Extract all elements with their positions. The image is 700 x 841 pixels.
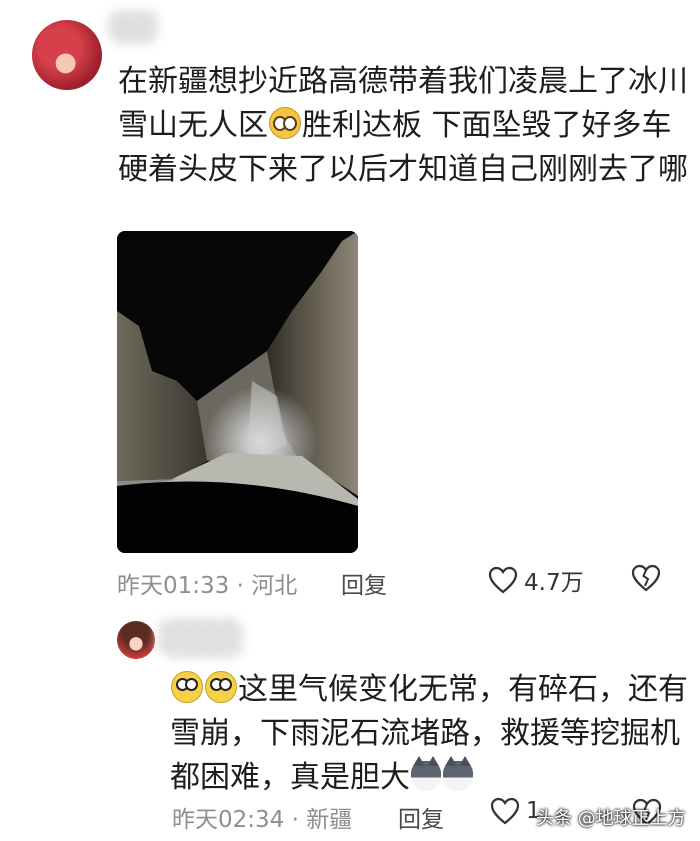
husky-emoji xyxy=(443,756,473,791)
avatar[interactable] xyxy=(117,621,155,659)
broken-heart-icon xyxy=(631,564,661,592)
comment-text: 在新疆想抄近路高德带着我们凌晨上了冰川雪山无人区 胜利达板 下面坠毁了好多车 硬着… xyxy=(118,60,688,192)
like-button[interactable]: 1 xyxy=(490,797,541,825)
reply-button[interactable]: 回复 xyxy=(341,566,387,600)
comment-photo[interactable] xyxy=(117,231,358,553)
comment-meta: 昨天01:33 · 河北 xyxy=(117,573,298,599)
comment-time: 昨天01:33 xyxy=(117,573,230,599)
heart-icon xyxy=(488,566,518,594)
reply-button[interactable]: 回复 xyxy=(398,800,444,834)
blurred-username[interactable] xyxy=(158,618,243,658)
watermark: 头条 @地球正上方 xyxy=(536,808,686,829)
comment-time: 昨天02:34 xyxy=(172,807,285,833)
like-count: 4.7万 xyxy=(524,570,584,596)
avatar[interactable] xyxy=(32,20,102,90)
comment-meta: 昨天02:34 · 新疆 xyxy=(172,807,353,833)
astonished-face-emoji xyxy=(171,671,203,703)
husky-emoji xyxy=(411,756,441,791)
comment-location: 河北 xyxy=(251,573,298,599)
heart-icon xyxy=(490,797,520,825)
like-button[interactable]: 4.7万 xyxy=(488,563,584,597)
comment-location: 新疆 xyxy=(306,807,353,833)
reply-text: 这里气候变化无常，有碎石，还有雪崩，下雨泥石流堵路，救援等挖掘机都困难，真是胆大 xyxy=(170,668,690,800)
dislike-button[interactable] xyxy=(631,564,661,596)
blurred-username[interactable] xyxy=(108,10,158,44)
pleading-face-emoji xyxy=(269,107,301,139)
astonished-face-emoji xyxy=(205,671,237,703)
